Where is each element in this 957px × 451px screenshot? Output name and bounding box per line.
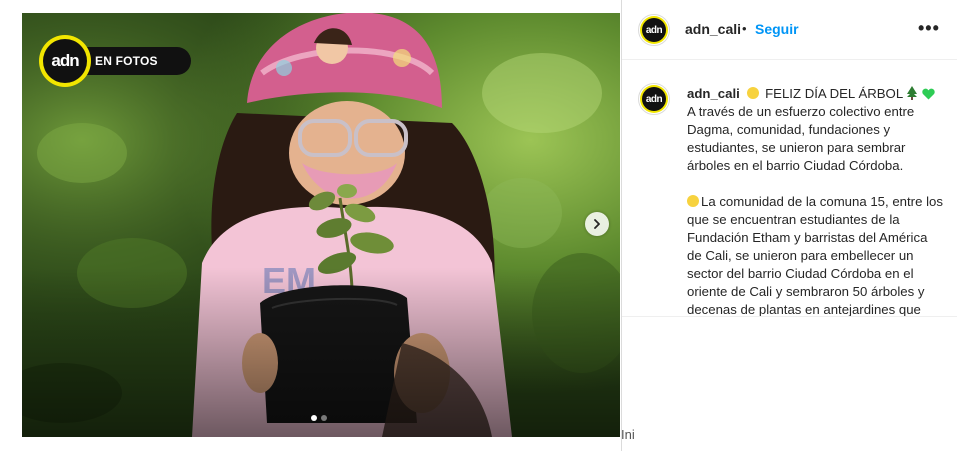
username-link[interactable]: adn_cali: [685, 21, 741, 37]
more-options-icon[interactable]: •••: [918, 18, 940, 39]
adn-en-fotos-logo: EN FOTOS adn: [39, 35, 191, 87]
separator-dot: •: [742, 21, 747, 36]
tree-emoji: [907, 86, 918, 100]
avatar[interactable]: adn: [638, 14, 670, 46]
yellow-circle-emoji: [687, 195, 699, 207]
caption-avatar[interactable]: adn: [638, 83, 670, 115]
avatar-text: adn: [642, 18, 666, 42]
green-heart-emoji: [922, 88, 935, 100]
logo-circle: adn: [39, 35, 91, 87]
yellow-circle-emoji: [747, 87, 760, 99]
caption-text: adn_cali FELIZ DÍA DEL ÁRBOL A través de…: [687, 85, 945, 317]
post-side-panel: adn adn_cali • Seguir ••• adn adn_cali F…: [621, 0, 957, 451]
post-photo[interactable]: EM EN FOTOS adn: [22, 13, 620, 437]
carousel-indicators: [311, 415, 327, 421]
caption-headline: FELIZ DÍA DEL ÁRBOL: [765, 86, 903, 101]
post-header: adn adn_cali • Seguir •••: [622, 0, 957, 60]
logo-text: adn: [43, 39, 87, 83]
logo-badge: EN FOTOS: [79, 47, 191, 75]
next-arrow-icon: [594, 219, 600, 229]
carousel-dot-active: [311, 415, 317, 421]
caption-paragraph-2: La comunidad de la comuna 15, entre los …: [687, 194, 943, 317]
carousel-next-button[interactable]: [585, 212, 609, 236]
caption-area: adn adn_cali FELIZ DÍA DEL ÁRBOL A travé…: [622, 61, 957, 317]
follow-button[interactable]: Seguir: [755, 21, 799, 37]
caption-username[interactable]: adn_cali: [687, 86, 740, 101]
carousel-dot: [321, 415, 327, 421]
caption-paragraph-1: A través de un esfuerzo colectivo entre …: [687, 104, 915, 173]
